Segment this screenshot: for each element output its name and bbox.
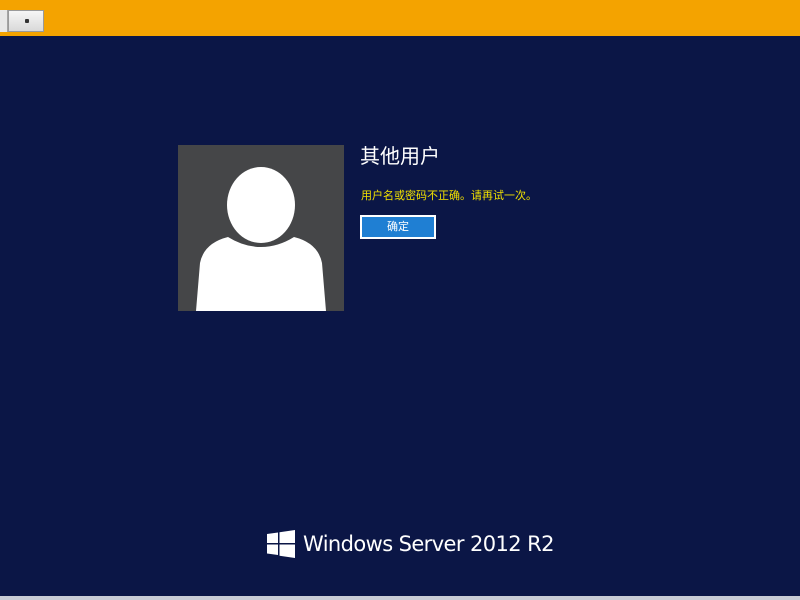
error-message: 用户名或密码不正确。请再试一次。 [361, 189, 537, 202]
product-name: Windows Server 2012 R2 [303, 532, 554, 556]
product-branding: Windows Server 2012 R2 [267, 528, 554, 560]
toolbar-edge [0, 10, 8, 32]
ok-button[interactable]: 确定 [360, 215, 436, 239]
user-name-label: 其他用户 [360, 144, 440, 168]
login-screen [0, 36, 800, 600]
user-avatar [178, 145, 344, 311]
default-user-icon [196, 167, 326, 311]
toolbar-menu-button[interactable] [8, 10, 44, 32]
dot-icon [25, 19, 29, 23]
windows-logo-icon [267, 530, 295, 558]
top-toolbar [0, 0, 800, 36]
bottom-edge [0, 596, 800, 600]
